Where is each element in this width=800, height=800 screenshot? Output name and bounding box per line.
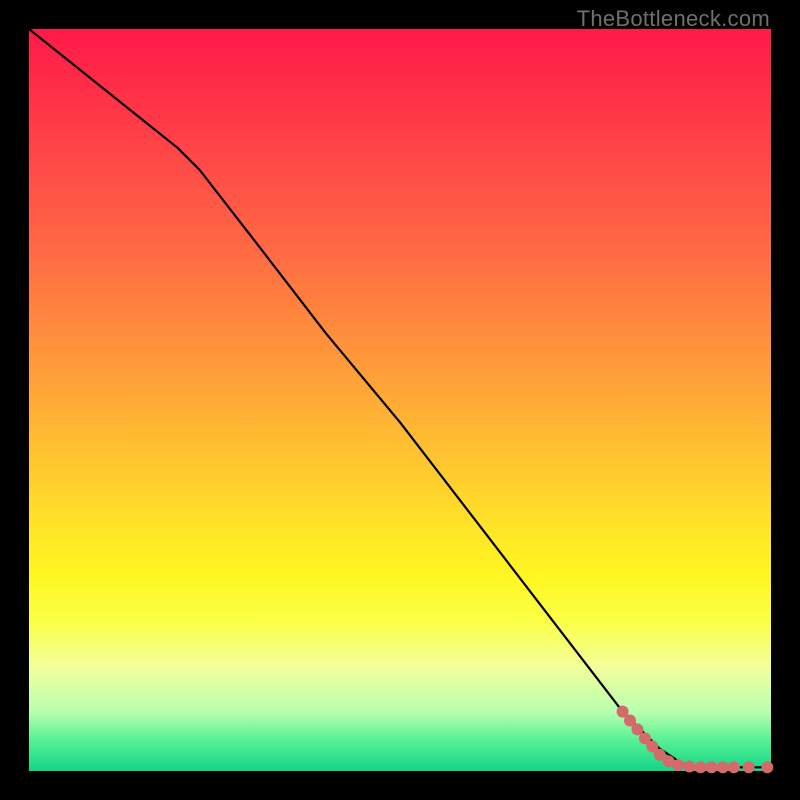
curve-marker [761,761,773,773]
chart-overlay [29,29,771,771]
curve-marker [683,761,695,773]
curve-marker [695,761,707,773]
plot-area [29,29,771,771]
curve-marker [672,759,684,771]
curve-marker [743,761,755,773]
chart-frame: TheBottleneck.com [0,0,800,800]
curve-marker [728,761,740,773]
curve-marker [706,761,718,773]
bottleneck-curve [29,29,771,767]
curve-marker [717,761,729,773]
curve-markers [617,706,774,774]
